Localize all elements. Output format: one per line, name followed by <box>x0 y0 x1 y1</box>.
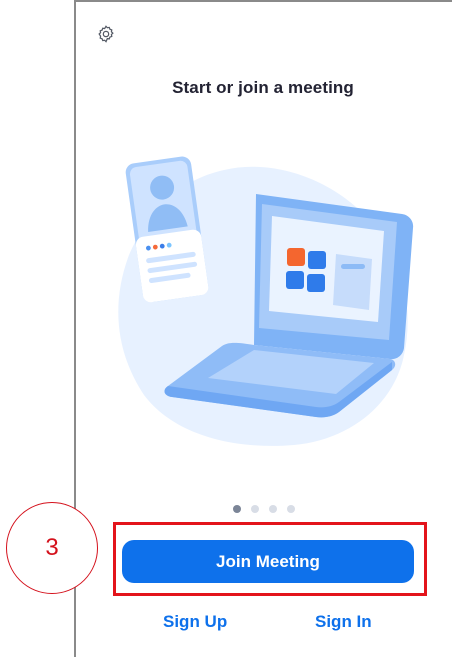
page-dot[interactable] <box>269 505 277 513</box>
annotation-step-marker: 3 <box>6 502 98 594</box>
carousel-indicator <box>233 505 295 513</box>
gear-icon[interactable] <box>96 24 116 44</box>
join-meeting-button[interactable]: Join Meeting <box>122 540 414 583</box>
sign-up-link[interactable]: Sign Up <box>163 612 227 632</box>
page-dot[interactable] <box>287 505 295 513</box>
page-dot[interactable] <box>251 505 259 513</box>
annotation-step-number: 3 <box>45 534 59 561</box>
page-dot-active[interactable] <box>233 505 241 513</box>
sign-in-link[interactable]: Sign In <box>315 612 372 632</box>
page-title: Start or join a meeting <box>172 78 354 97</box>
meeting-illustration <box>118 156 414 446</box>
